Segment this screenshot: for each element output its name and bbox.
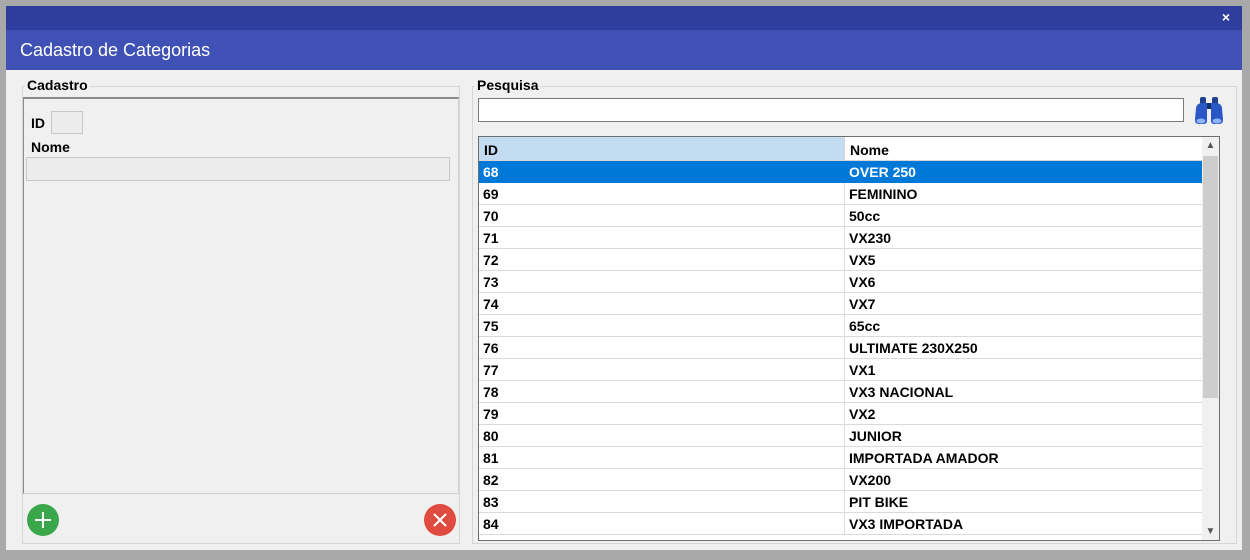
cell-id[interactable]: 70 (479, 205, 845, 227)
table-row[interactable]: 76 ULTIMATE 230X250 (479, 337, 1211, 359)
cell-nome[interactable]: VX5 (845, 249, 1211, 271)
pesquisa-legend: Pesquisa (475, 77, 541, 93)
cell-nome[interactable]: VX2 (845, 403, 1211, 425)
cell-nome[interactable]: 65cc (845, 315, 1211, 337)
table-row[interactable]: 80 JUNIOR (479, 425, 1211, 447)
table-row[interactable]: 77 VX1 (479, 359, 1211, 381)
table-row[interactable]: 83 PIT BIKE (479, 491, 1211, 513)
cell-id[interactable]: 80 (479, 425, 845, 447)
cell-id[interactable]: 68 (479, 161, 845, 183)
id-label: ID (31, 115, 45, 131)
cell-nome[interactable]: VX6 (845, 271, 1211, 293)
cell-nome[interactable]: IMPORTADA AMADOR (845, 447, 1211, 469)
cell-id[interactable]: 78 (479, 381, 845, 403)
nome-label: Nome (31, 139, 70, 155)
table-row[interactable]: 78 VX3 NACIONAL (479, 381, 1211, 403)
pesquisa-group: Pesquisa ID Nome 68 OVER 250 69 FEMININO 70 5… (472, 77, 1237, 544)
scroll-thumb[interactable] (1203, 156, 1218, 398)
table-row[interactable]: 84 VX3 IMPORTADA (479, 513, 1211, 535)
cell-id[interactable]: 72 (479, 249, 845, 271)
table-row[interactable]: 68 OVER 250 (479, 161, 1211, 183)
cell-nome[interactable]: OVER 250 (845, 161, 1211, 183)
column-header-id[interactable]: ID (479, 137, 845, 161)
cadastro-group: Cadastro ID Nome (22, 77, 460, 544)
nome-input[interactable] (26, 157, 450, 181)
cell-id[interactable]: 76 (479, 337, 845, 359)
cadastro-panel: ID Nome (23, 97, 459, 494)
cell-nome[interactable]: VX200 (845, 469, 1211, 491)
table-row[interactable]: 75 65cc (479, 315, 1211, 337)
cell-id[interactable]: 69 (479, 183, 845, 205)
grid-header: ID Nome (479, 137, 1211, 161)
table-row[interactable]: 81 IMPORTADA AMADOR (479, 447, 1211, 469)
search-button[interactable] (1192, 94, 1226, 126)
cell-nome[interactable]: ULTIMATE 230X250 (845, 337, 1211, 359)
vertical-scrollbar[interactable]: ▲ ▼ (1202, 137, 1219, 540)
id-field (51, 111, 83, 134)
cell-id[interactable]: 83 (479, 491, 845, 513)
cadastro-categorias-window: × Cadastro de Categorias Cadastro ID Nom… (6, 6, 1242, 550)
table-row[interactable]: 72 VX5 (479, 249, 1211, 271)
cell-id[interactable]: 84 (479, 513, 845, 535)
header-bar: Cadastro de Categorias (6, 30, 1242, 70)
cell-nome[interactable]: VX3 IMPORTADA (845, 513, 1211, 535)
cell-nome[interactable]: VX1 (845, 359, 1211, 381)
cell-id[interactable]: 73 (479, 271, 845, 293)
table-row[interactable]: 82 VX200 (479, 469, 1211, 491)
cell-nome[interactable]: VX7 (845, 293, 1211, 315)
cadastro-legend: Cadastro (25, 77, 90, 93)
table-row[interactable]: 69 FEMININO (479, 183, 1211, 205)
categorias-grid: ID Nome 68 OVER 250 69 FEMININO 70 50cc 71 VX23… (478, 136, 1220, 541)
cell-id[interactable]: 81 (479, 447, 845, 469)
cell-nome[interactable]: 50cc (845, 205, 1211, 227)
table-row[interactable]: 73 VX6 (479, 271, 1211, 293)
cell-nome[interactable]: JUNIOR (845, 425, 1211, 447)
cell-nome[interactable]: VX230 (845, 227, 1211, 249)
window-title: Cadastro de Categorias (20, 40, 211, 60)
scroll-up-icon[interactable]: ▲ (1202, 137, 1219, 154)
cell-id[interactable]: 74 (479, 293, 845, 315)
plus-icon (35, 512, 51, 528)
table-row[interactable]: 79 VX2 (479, 403, 1211, 425)
title-bar: × (6, 6, 1242, 30)
scroll-down-icon[interactable]: ▼ (1202, 523, 1219, 540)
grid-body: 68 OVER 250 69 FEMININO 70 50cc 71 VX230 72 VX5 73… (479, 161, 1211, 535)
table-row[interactable]: 70 50cc (479, 205, 1211, 227)
cell-id[interactable]: 75 (479, 315, 845, 337)
add-button[interactable] (27, 504, 59, 536)
cell-id[interactable]: 77 (479, 359, 845, 381)
cell-nome[interactable]: FEMININO (845, 183, 1211, 205)
cell-id[interactable]: 71 (479, 227, 845, 249)
cell-nome[interactable]: VX3 NACIONAL (845, 381, 1211, 403)
cell-nome[interactable]: PIT BIKE (845, 491, 1211, 513)
search-input[interactable] (478, 98, 1184, 122)
close-icon[interactable]: × (1218, 9, 1234, 25)
table-row[interactable]: 71 VX230 (479, 227, 1211, 249)
delete-button[interactable] (424, 504, 456, 536)
cell-id[interactable]: 82 (479, 469, 845, 491)
binoculars-icon (1195, 97, 1223, 124)
close-circle-icon (433, 513, 447, 527)
column-header-nome[interactable]: Nome (845, 137, 1211, 161)
cell-id[interactable]: 79 (479, 403, 845, 425)
table-row[interactable]: 74 VX7 (479, 293, 1211, 315)
